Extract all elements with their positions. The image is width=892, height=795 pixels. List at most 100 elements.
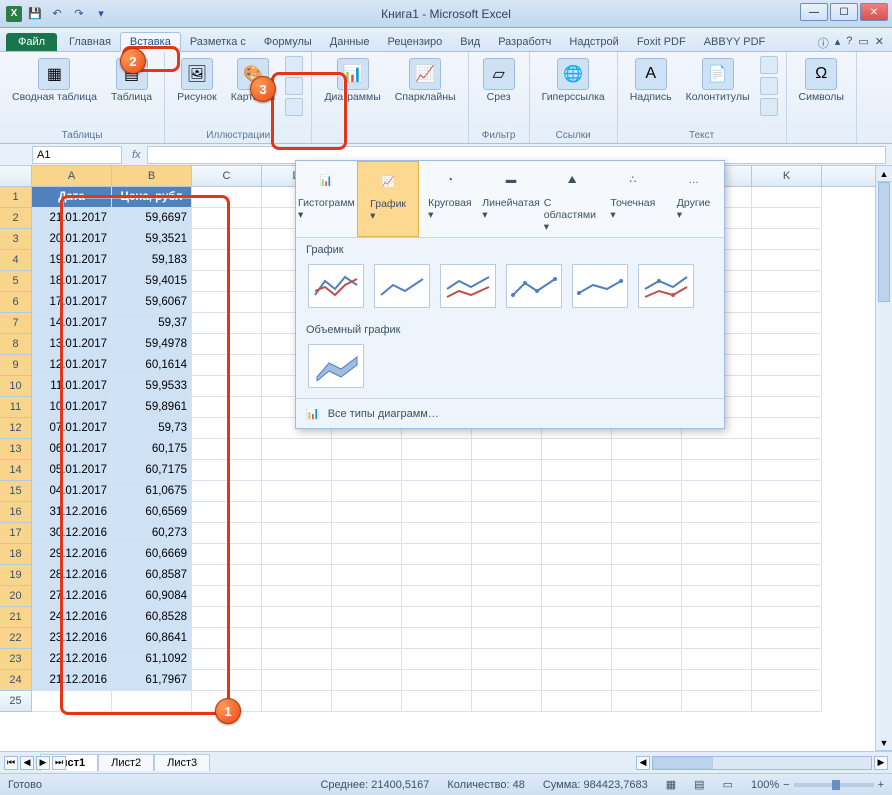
- cell[interactable]: [752, 376, 822, 397]
- row-header[interactable]: 17: [0, 523, 32, 544]
- cell[interactable]: [542, 607, 612, 628]
- cell[interactable]: [682, 691, 752, 712]
- cell[interactable]: [682, 502, 752, 523]
- cell[interactable]: [752, 607, 822, 628]
- tab-file[interactable]: Файл: [6, 33, 57, 51]
- sheet-nav-next-icon[interactable]: ▶: [36, 756, 50, 770]
- cell[interactable]: [682, 439, 752, 460]
- headerfooter-button[interactable]: 📄Колонтитулы: [682, 56, 754, 106]
- cell[interactable]: [332, 565, 402, 586]
- cell[interactable]: [752, 544, 822, 565]
- wordart-icon[interactable]: [760, 56, 778, 74]
- cell[interactable]: [542, 460, 612, 481]
- undo-icon[interactable]: ↶: [48, 5, 66, 23]
- cell[interactable]: [332, 586, 402, 607]
- cell[interactable]: 61,1092: [112, 649, 192, 670]
- smartart-icon[interactable]: [285, 77, 303, 95]
- scroll-up-icon[interactable]: ▲: [876, 166, 892, 182]
- minimize-button[interactable]: —: [800, 3, 828, 21]
- cell[interactable]: [402, 439, 472, 460]
- cell[interactable]: [192, 628, 262, 649]
- row-header[interactable]: 20: [0, 586, 32, 607]
- cell[interactable]: [542, 439, 612, 460]
- cell[interactable]: 60,7175: [112, 460, 192, 481]
- cell[interactable]: [612, 649, 682, 670]
- cell[interactable]: [752, 229, 822, 250]
- cell[interactable]: 05.01.2017: [32, 460, 112, 481]
- hscroll-right-icon[interactable]: ▶: [874, 756, 888, 770]
- cell[interactable]: [542, 670, 612, 691]
- cell[interactable]: [682, 649, 752, 670]
- cell[interactable]: [332, 439, 402, 460]
- cell[interactable]: 22.12.2016: [32, 649, 112, 670]
- cell[interactable]: [262, 586, 332, 607]
- cell[interactable]: [752, 439, 822, 460]
- cell[interactable]: [402, 460, 472, 481]
- fx-icon[interactable]: fx: [132, 149, 141, 161]
- cell[interactable]: [332, 607, 402, 628]
- row-header[interactable]: 7: [0, 313, 32, 334]
- cell[interactable]: [402, 565, 472, 586]
- cell[interactable]: [542, 691, 612, 712]
- cell[interactable]: Цена, рубл: [112, 187, 192, 208]
- cell[interactable]: [752, 481, 822, 502]
- row-header[interactable]: 2: [0, 208, 32, 229]
- cell[interactable]: [192, 376, 262, 397]
- close-button[interactable]: ✕: [860, 3, 888, 21]
- cell[interactable]: [402, 670, 472, 691]
- row-header[interactable]: 18: [0, 544, 32, 565]
- tab-abbyy pdf[interactable]: ABBYY PDF: [695, 33, 775, 51]
- symbols-button[interactable]: ΩСимволы: [795, 56, 848, 106]
- cell[interactable]: [192, 502, 262, 523]
- row-header[interactable]: 22: [0, 628, 32, 649]
- cell[interactable]: 23.12.2016: [32, 628, 112, 649]
- cell[interactable]: 06.01.2017: [32, 439, 112, 460]
- cell[interactable]: 21.01.2017: [32, 208, 112, 229]
- cell[interactable]: [472, 439, 542, 460]
- cell[interactable]: [332, 481, 402, 502]
- pivot-table-button[interactable]: ▦Сводная таблица: [8, 56, 101, 106]
- cell[interactable]: [332, 460, 402, 481]
- cell[interactable]: 30.12.2016: [32, 523, 112, 544]
- cell[interactable]: [752, 418, 822, 439]
- cell[interactable]: 60,9084: [112, 586, 192, 607]
- cell[interactable]: [32, 691, 112, 712]
- cell[interactable]: 29.12.2016: [32, 544, 112, 565]
- cell[interactable]: Дата: [32, 187, 112, 208]
- chart-line-3d[interactable]: [308, 344, 364, 388]
- charts-button[interactable]: 📊Диаграммы: [320, 56, 384, 106]
- cell[interactable]: 59,37: [112, 313, 192, 334]
- cell[interactable]: [262, 460, 332, 481]
- cell[interactable]: [192, 418, 262, 439]
- cell[interactable]: [542, 586, 612, 607]
- cell[interactable]: [192, 586, 262, 607]
- object-icon[interactable]: [760, 98, 778, 116]
- cell[interactable]: [262, 649, 332, 670]
- redo-icon[interactable]: ↷: [70, 5, 88, 23]
- tab-формулы[interactable]: Формулы: [255, 33, 321, 51]
- cell[interactable]: [262, 502, 332, 523]
- cell[interactable]: [472, 628, 542, 649]
- horizontal-scrollbar[interactable]: ◀ ▶: [636, 756, 888, 770]
- view-pagebreak-icon[interactable]: ▭: [723, 778, 733, 791]
- cell[interactable]: 59,73: [112, 418, 192, 439]
- cell[interactable]: 11.01.2017: [32, 376, 112, 397]
- tab-разработч[interactable]: Разработч: [489, 33, 560, 51]
- vertical-scrollbar[interactable]: ▲ ▼: [875, 166, 892, 751]
- cell[interactable]: [332, 628, 402, 649]
- row-header[interactable]: 23: [0, 649, 32, 670]
- cell[interactable]: [332, 691, 402, 712]
- cell[interactable]: 07.01.2017: [32, 418, 112, 439]
- cell[interactable]: [472, 523, 542, 544]
- cell[interactable]: [192, 397, 262, 418]
- cell[interactable]: [472, 691, 542, 712]
- cell[interactable]: 27.12.2016: [32, 586, 112, 607]
- cell[interactable]: 59,6697: [112, 208, 192, 229]
- cell[interactable]: [402, 691, 472, 712]
- cell[interactable]: [472, 649, 542, 670]
- select-all-corner[interactable]: [0, 166, 32, 186]
- cell[interactable]: 59,4015: [112, 271, 192, 292]
- window-close-icon[interactable]: ✕: [875, 35, 884, 51]
- cell[interactable]: [752, 355, 822, 376]
- chart-cat-2[interactable]: ◔Круговая▾: [419, 161, 480, 237]
